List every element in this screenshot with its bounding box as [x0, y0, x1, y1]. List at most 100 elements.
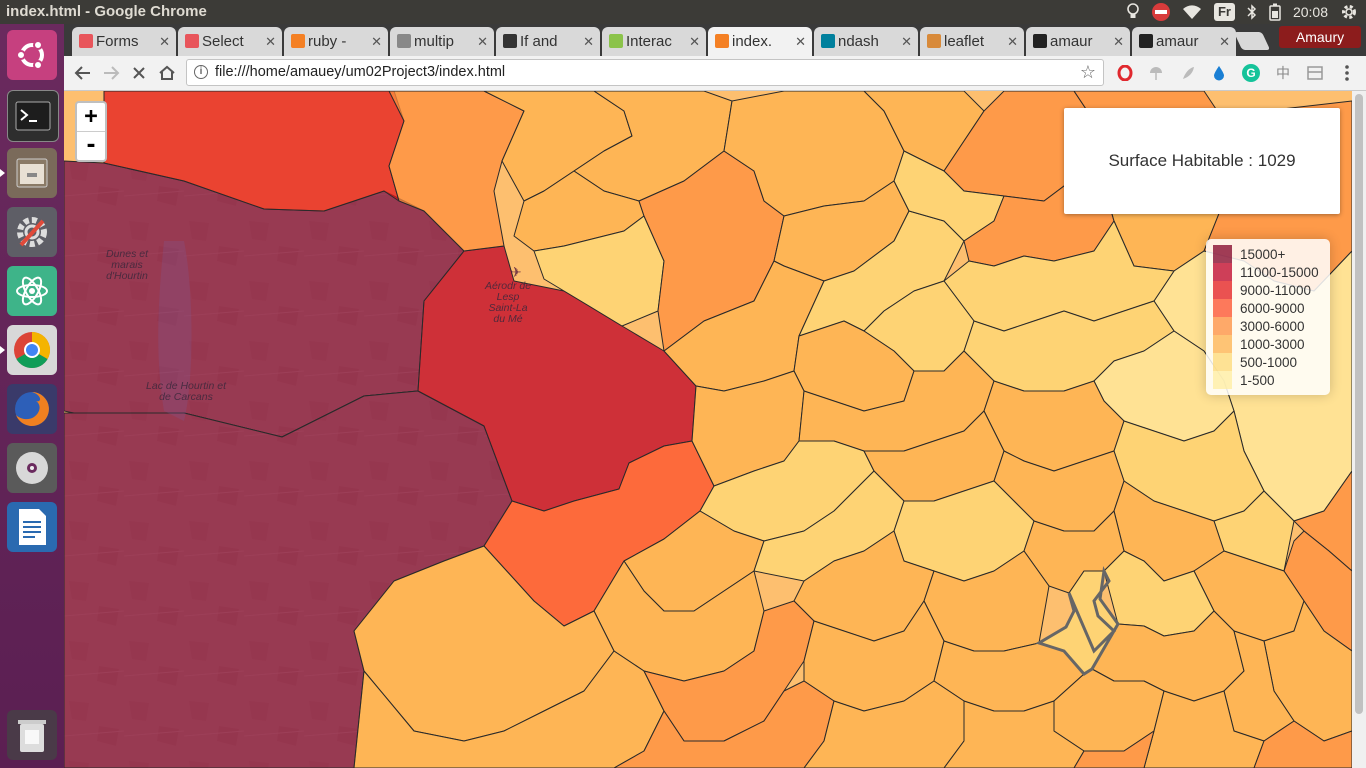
terminal-icon[interactable] — [7, 90, 59, 142]
files-icon[interactable] — [0, 148, 57, 198]
tab-close-icon[interactable]: ✕ — [477, 27, 488, 56]
legend-swatch — [1213, 353, 1232, 371]
water-drop-extension-icon[interactable] — [1210, 64, 1228, 82]
tab-label: Select — [202, 33, 244, 50]
tab-9[interactable]: leaflet ✕ — [920, 27, 1024, 56]
map-label-aerodrome: Aérodr de Lesp Saint-La du Mé — [484, 280, 532, 325]
profile-name: Amaury — [1295, 29, 1345, 45]
tab-label: Forms — [96, 33, 139, 50]
tab-11[interactable]: amaur ✕ — [1132, 27, 1236, 56]
profile-button[interactable]: Amaury — [1279, 26, 1361, 48]
keyboard-layout-indicator[interactable]: Fr — [1213, 0, 1235, 24]
legend-swatch — [1213, 335, 1232, 353]
tab-2[interactable]: Select ✕ — [178, 27, 282, 56]
tab-label: If and — [520, 33, 558, 50]
tab-label: leaflet — [944, 33, 985, 50]
tab-label: Interac — [626, 33, 672, 50]
beach-extension-icon[interactable] — [1147, 64, 1165, 82]
legend-label: 3000-6000 — [1240, 318, 1305, 334]
gear-icon[interactable] — [1340, 0, 1358, 24]
tab-close-icon[interactable]: ✕ — [1113, 27, 1124, 56]
tab-close-icon[interactable]: ✕ — [371, 27, 382, 56]
clock[interactable]: 20:08 — [1293, 0, 1328, 24]
tab-close-icon[interactable]: ✕ — [795, 27, 806, 56]
tab-close-icon[interactable]: ✕ — [901, 27, 912, 56]
tab-close-icon[interactable]: ✕ — [159, 27, 170, 56]
legend-label: 1000-3000 — [1240, 336, 1305, 352]
vertical-scrollbar[interactable] — [1352, 91, 1366, 768]
tab-7[interactable]: index. ✕ — [708, 27, 812, 56]
tab-favicon-icon — [503, 34, 517, 48]
top-panel: index.html - Google Chrome Fr 20:08 — [0, 0, 1366, 24]
tab-4[interactable]: multip ✕ — [390, 27, 494, 56]
zoom-out-button[interactable]: - — [77, 132, 105, 160]
tab-close-icon[interactable]: ✕ — [583, 27, 594, 56]
legend-swatch — [1213, 317, 1232, 335]
wifi-icon[interactable] — [1182, 0, 1202, 24]
tab-close-icon[interactable]: ✕ — [1007, 27, 1018, 56]
no-entry-icon[interactable] — [1151, 0, 1170, 24]
trash-icon[interactable] — [7, 710, 57, 760]
storage-extension-icon[interactable] — [1306, 64, 1324, 82]
battery-icon[interactable] — [1269, 0, 1281, 24]
legend-row: 15000+ — [1213, 245, 1330, 263]
chrome-icon[interactable] — [0, 325, 57, 375]
info-icon[interactable]: i — [194, 65, 208, 79]
firefox-icon[interactable] — [7, 384, 57, 434]
tab-1[interactable]: Forms ✕ — [72, 27, 176, 56]
tab-close-icon[interactable]: ✕ — [265, 27, 276, 56]
home-button[interactable] — [155, 61, 179, 85]
launcher — [0, 24, 64, 768]
tab-3[interactable]: ruby - ✕ — [284, 27, 388, 56]
address-bar[interactable]: i file:///home/amauey/um02Project3/index… — [186, 59, 1104, 86]
feather-extension-icon[interactable] — [1179, 64, 1197, 82]
legend-row: 1-500 — [1213, 371, 1330, 389]
legend-row: 6000-9000 — [1213, 299, 1330, 317]
tab-label: ndash — [838, 33, 879, 50]
legend-label: 9000-11000 — [1240, 282, 1312, 298]
tab-favicon-icon — [79, 34, 93, 48]
map-container[interactable]: Dunes et marais d'Hourtin Lac de Hourtin… — [64, 91, 1352, 768]
info-text: Surface Habitable : 1029 — [1108, 151, 1296, 170]
map-label-dunes: Dunes et marais d'Hourtin — [105, 248, 149, 282]
grammarly-extension-icon[interactable]: G — [1242, 64, 1260, 82]
bookmark-star-icon[interactable]: ☆ — [1080, 62, 1096, 83]
tab-close-icon[interactable]: ✕ — [689, 27, 700, 56]
forward-button[interactable] — [99, 61, 123, 85]
lightbulb-icon[interactable] — [1126, 0, 1140, 24]
tab-favicon-icon — [715, 34, 729, 48]
scrollbar-thumb[interactable] — [1355, 94, 1363, 714]
tab-label: amaur — [1156, 33, 1199, 50]
translate-extension-icon[interactable]: 中 — [1274, 64, 1292, 82]
legend-row: 9000-11000 — [1213, 281, 1330, 299]
window-title: index.html - Google Chrome — [6, 3, 207, 20]
tab-5[interactable]: If and ✕ — [496, 27, 600, 56]
tab-favicon-icon — [927, 34, 941, 48]
legend-row: 500-1000 — [1213, 353, 1330, 371]
legend-swatch — [1213, 245, 1232, 263]
tab-favicon-icon — [821, 34, 835, 48]
legend-swatch — [1213, 371, 1232, 389]
zoom-in-button[interactable]: + — [77, 103, 105, 131]
back-button[interactable] — [71, 61, 95, 85]
system-tray: Fr 20:08 — [1114, 0, 1358, 24]
menu-icon[interactable] — [1338, 64, 1356, 82]
opera-extension-icon[interactable] — [1116, 64, 1134, 82]
new-tab-button[interactable] — [1233, 32, 1271, 50]
tab-8[interactable]: ndash ✕ — [814, 27, 918, 56]
tab-close-icon[interactable]: ✕ — [1219, 27, 1230, 56]
legend-row: 3000-6000 — [1213, 317, 1330, 335]
atom-editor-icon[interactable] — [7, 266, 57, 316]
libreoffice-writer-icon[interactable] — [7, 502, 57, 552]
stop-loading-button[interactable] — [127, 61, 151, 85]
disc-icon[interactable] — [7, 443, 57, 493]
tab-label: amaur — [1050, 33, 1093, 50]
bluetooth-icon[interactable] — [1247, 0, 1257, 24]
ubuntu-dash-icon[interactable] — [7, 30, 57, 80]
tab-10[interactable]: amaur ✕ — [1026, 27, 1130, 56]
tab-6[interactable]: Interac ✕ — [602, 27, 706, 56]
url-text: file:///home/amauey/um02Project3/index.h… — [215, 64, 506, 80]
tab-favicon-icon — [1139, 34, 1153, 48]
system-settings-icon[interactable] — [7, 207, 57, 257]
legend-swatch — [1213, 263, 1232, 281]
